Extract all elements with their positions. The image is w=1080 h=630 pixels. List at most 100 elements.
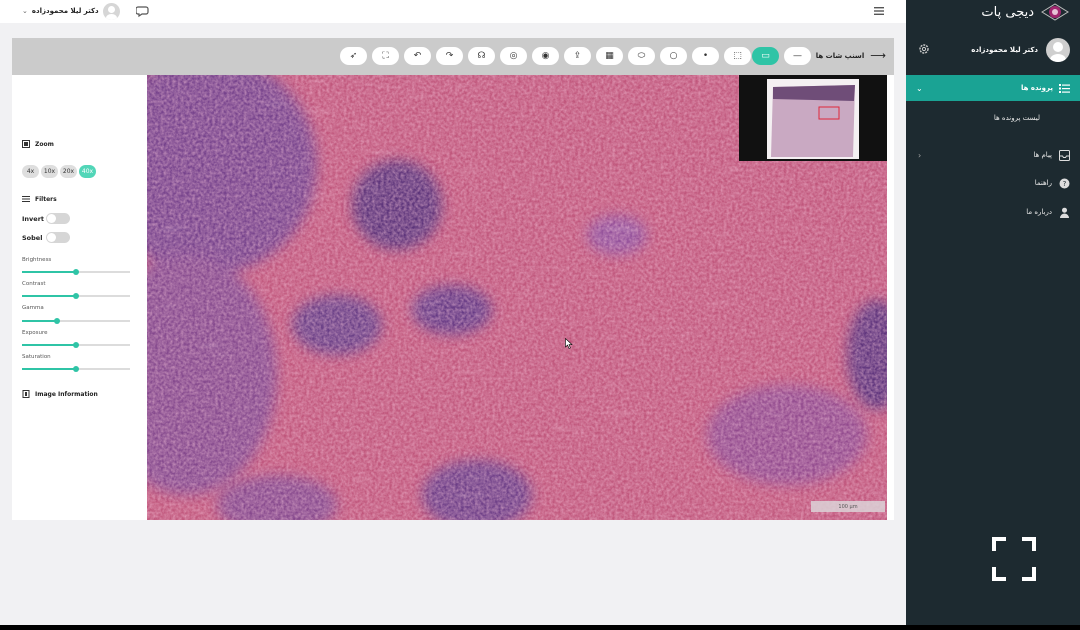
filter-icon xyxy=(22,196,30,202)
list-icon xyxy=(1059,83,1070,93)
chat-icon[interactable] xyxy=(136,4,150,18)
chevron-down-icon: ⌄ xyxy=(22,7,28,15)
svg-text:?: ? xyxy=(1063,180,1067,188)
sobel-row: Sobel xyxy=(22,232,70,243)
zoom-4x-button[interactable]: 4x xyxy=(22,165,39,178)
user-icon xyxy=(1060,207,1069,218)
filters-section-title: Filters xyxy=(22,195,57,203)
undo-icon: ↶ xyxy=(413,51,422,61)
image-info-section-title[interactable]: Image Information xyxy=(22,390,98,398)
contrast-label: Contrast xyxy=(22,281,46,287)
avatar xyxy=(1046,38,1070,62)
scale-bar: 100 µm xyxy=(811,501,885,512)
undo-button[interactable]: ↶ xyxy=(404,47,431,65)
circle-tool-button[interactable]: ○ xyxy=(660,47,687,65)
chevron-down-icon: ⌄ xyxy=(916,83,923,93)
line-tool-button[interactable]: — xyxy=(784,47,811,65)
help-icon: ? xyxy=(1059,178,1070,188)
rect-tool-button[interactable]: ⬚ xyxy=(724,47,751,65)
headset-tool-button[interactable]: ☊ xyxy=(468,47,495,65)
saturation-label: Saturation xyxy=(22,354,51,360)
hide-icon: ◉ xyxy=(541,51,550,61)
point-icon: • xyxy=(702,51,709,61)
sobel-toggle[interactable] xyxy=(46,232,70,243)
arrow-right-icon: ⟶ xyxy=(870,49,886,62)
fit-tool-button[interactable]: ⛶ xyxy=(372,47,399,65)
sidebar-item-label: پرونده ها xyxy=(1020,84,1053,92)
sidebar-subitem-case-list[interactable]: لیست پرونده ها xyxy=(994,114,1040,122)
zoom-icon xyxy=(22,140,30,148)
grid-icon: ▦ xyxy=(605,51,614,61)
avatar xyxy=(102,2,120,20)
chevron-right-icon: › xyxy=(918,150,922,160)
hide-tool-button[interactable]: ◉ xyxy=(532,47,559,65)
snapshots-label: اسنپ شات ها xyxy=(815,51,865,60)
sidebar-item-label: راهنما xyxy=(1034,179,1052,187)
zoom-20x-button[interactable]: 20x xyxy=(60,165,77,178)
snapshots-link[interactable]: ⟶ اسنپ شات ها xyxy=(816,50,886,61)
slide-viewer[interactable]: 100 µm xyxy=(147,75,887,520)
point-tool-button[interactable]: • xyxy=(692,47,719,65)
user-dropdown[interactable]: دکتر لیلا محمودزاده ⌄ xyxy=(22,2,120,20)
grid-tool-button[interactable]: ▦ xyxy=(596,47,623,65)
contrast-slider[interactable] xyxy=(22,293,130,299)
invert-row: Invert xyxy=(22,213,70,224)
app-window: دکتر لیلا محمودزاده ⌄ دیجی پات دکتر لیلا… xyxy=(0,0,1080,625)
viewer-toolbar: ⟶ اسنپ شات ها ➶ ⛶ ↶ ↷ ☊ ◎ ◉ ⇪ ▦ ⬭ ○ • ⬚ … xyxy=(12,38,894,75)
exposure-slider[interactable] xyxy=(22,342,130,348)
sidebar-item-label: درباره ما xyxy=(1026,208,1052,216)
info-icon xyxy=(22,390,30,398)
line-icon: — xyxy=(793,51,802,61)
inbox-icon xyxy=(1059,149,1070,161)
brightness-label: Brightness xyxy=(22,257,52,263)
control-panel: Zoom 4x 10x 20x 40x Filters Invert Sobel… xyxy=(12,75,147,520)
invert-toggle[interactable] xyxy=(46,213,70,224)
zoom-10x-button[interactable]: 10x xyxy=(41,165,58,178)
minimap-thumbnail xyxy=(767,79,859,159)
rect-icon: ⬚ xyxy=(733,51,742,61)
sidebar-item-messages[interactable]: › پیام ها xyxy=(906,146,1080,164)
brand-logo-icon xyxy=(1041,3,1069,21)
slide-minimap[interactable] xyxy=(739,75,887,161)
fullscreen-icon[interactable] xyxy=(991,536,1037,582)
zoom-levels: 4x 10x 20x 40x xyxy=(22,165,96,178)
fit-icon: ⛶ xyxy=(382,51,389,61)
pointer-tool-button[interactable]: ➶ xyxy=(340,47,367,65)
rect-select-tool-button[interactable]: ▭ xyxy=(752,47,779,65)
sidebar-user-name: دکتر لیلا محمودزاده xyxy=(971,46,1038,54)
exposure-label: Exposure xyxy=(22,330,48,336)
circle-icon: ○ xyxy=(669,51,678,61)
sidebar: دیجی پات دکتر لیلا محمودزاده ⌄ پرونده ها xyxy=(906,0,1080,625)
redo-icon: ↷ xyxy=(445,51,454,61)
headset-icon: ☊ xyxy=(477,51,486,61)
ellipse-tool-button[interactable]: ⬭ xyxy=(628,47,655,65)
zoom-section-title: Zoom xyxy=(22,140,54,148)
ellipse-icon: ⬭ xyxy=(637,51,646,61)
sidebar-item-label: پیام ها xyxy=(1033,151,1052,159)
gamma-label: Gamma xyxy=(22,305,44,311)
sidebar-item-cases[interactable]: ⌄ پرونده ها xyxy=(906,75,1080,101)
sidebar-item-help[interactable]: راهنما ? xyxy=(906,174,1080,192)
saturation-slider[interactable] xyxy=(22,366,130,372)
export-tool-button[interactable]: ⇪ xyxy=(564,47,591,65)
gamma-slider[interactable] xyxy=(22,318,130,324)
logo: دیجی پات xyxy=(981,0,1070,24)
gear-icon[interactable] xyxy=(918,43,930,55)
brand-name: دیجی پات xyxy=(981,4,1034,20)
annotate-icon: ◎ xyxy=(509,51,518,61)
mouse-cursor-icon xyxy=(565,338,573,349)
sidebar-profile[interactable]: دکتر لیلا محمودزاده xyxy=(971,38,1070,62)
annotate-tool-button[interactable]: ◎ xyxy=(500,47,527,65)
user-name: دکتر لیلا محمودزاده xyxy=(31,7,99,15)
sidebar-item-about[interactable]: درباره ما xyxy=(906,203,1080,221)
minimap-tissue-image xyxy=(771,85,855,157)
brightness-slider[interactable] xyxy=(22,269,130,275)
top-bar: دکتر لیلا محمودزاده ⌄ xyxy=(0,0,906,23)
zoom-40x-button[interactable]: 40x xyxy=(79,165,96,178)
hamburger-icon[interactable] xyxy=(872,4,886,18)
rect-active-icon: ▭ xyxy=(761,51,770,61)
pointer-icon: ➶ xyxy=(349,51,358,61)
export-icon: ⇪ xyxy=(573,51,582,61)
viewer-card: ⟶ اسنپ شات ها ➶ ⛶ ↶ ↷ ☊ ◎ ◉ ⇪ ▦ ⬭ ○ • ⬚ … xyxy=(12,38,894,520)
redo-button[interactable]: ↷ xyxy=(436,47,463,65)
